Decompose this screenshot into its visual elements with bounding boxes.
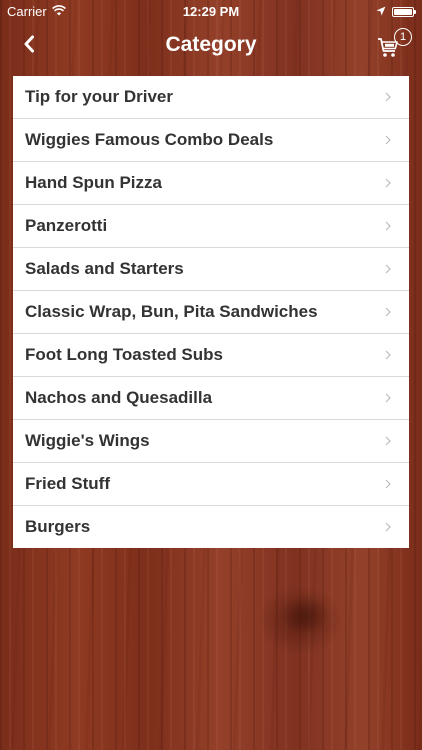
battery-icon [392, 6, 416, 17]
chevron-right-icon [385, 221, 391, 231]
cart-button[interactable]: 1 [374, 26, 414, 64]
chevron-right-icon [385, 522, 391, 532]
category-label: Panzerotti [25, 216, 108, 235]
chevron-right-icon [385, 178, 391, 188]
category-item-subs[interactable]: Foot Long Toasted Subs [13, 334, 409, 377]
category-item-salads[interactable]: Salads and Starters [13, 248, 409, 291]
chevron-right-icon [385, 350, 391, 360]
category-list: Tip for your Driver Wiggies Famous Combo… [13, 76, 409, 548]
battery-cap [414, 9, 416, 14]
page-title: Category [165, 33, 257, 56]
category-item-fried-stuff[interactable]: Fried Stuff [13, 463, 409, 506]
status-bar: Carrier 12:29 PM [0, 0, 422, 22]
category-item-panzerotti[interactable]: Panzerotti [13, 205, 409, 248]
nav-bar: Category 1 [0, 22, 422, 70]
category-label: Wiggie's Wings [25, 431, 150, 450]
category-label: Wiggies Famous Combo Deals [25, 130, 274, 149]
category-label: Burgers [25, 517, 91, 536]
chevron-right-icon [385, 393, 391, 403]
chevron-right-icon [385, 264, 391, 274]
category-label: Classic Wrap, Bun, Pita Sandwiches [25, 302, 318, 321]
category-label: Nachos and Quesadilla [25, 388, 213, 407]
chevron-right-icon [385, 436, 391, 446]
status-right [376, 4, 416, 19]
chevron-right-icon [385, 479, 391, 489]
category-label: Tip for your Driver [25, 87, 173, 106]
category-label: Fried Stuff [25, 474, 110, 493]
category-label: Hand Spun Pizza [25, 173, 162, 192]
category-item-pizza[interactable]: Hand Spun Pizza [13, 162, 409, 205]
category-item-nachos[interactable]: Nachos and Quesadilla [13, 377, 409, 420]
status-time: 12:29 PM [182, 4, 240, 19]
category-item-combo-deals[interactable]: Wiggies Famous Combo Deals [13, 119, 409, 162]
chevron-right-icon [385, 135, 391, 145]
category-item-sandwiches[interactable]: Classic Wrap, Bun, Pita Sandwiches [13, 291, 409, 334]
category-item-burgers[interactable]: Burgers [13, 506, 409, 548]
category-item-tip[interactable]: Tip for your Driver [13, 76, 409, 119]
chevron-right-icon [385, 92, 391, 102]
battery-fill [394, 8, 412, 15]
category-label: Salads and Starters [25, 259, 184, 278]
category-item-wings[interactable]: Wiggie's Wings [13, 420, 409, 463]
category-label: Foot Long Toasted Subs [25, 345, 223, 364]
chevron-right-icon [385, 307, 391, 317]
location-arrow-icon [376, 4, 386, 19]
cart-count-badge: 1 [394, 28, 412, 46]
